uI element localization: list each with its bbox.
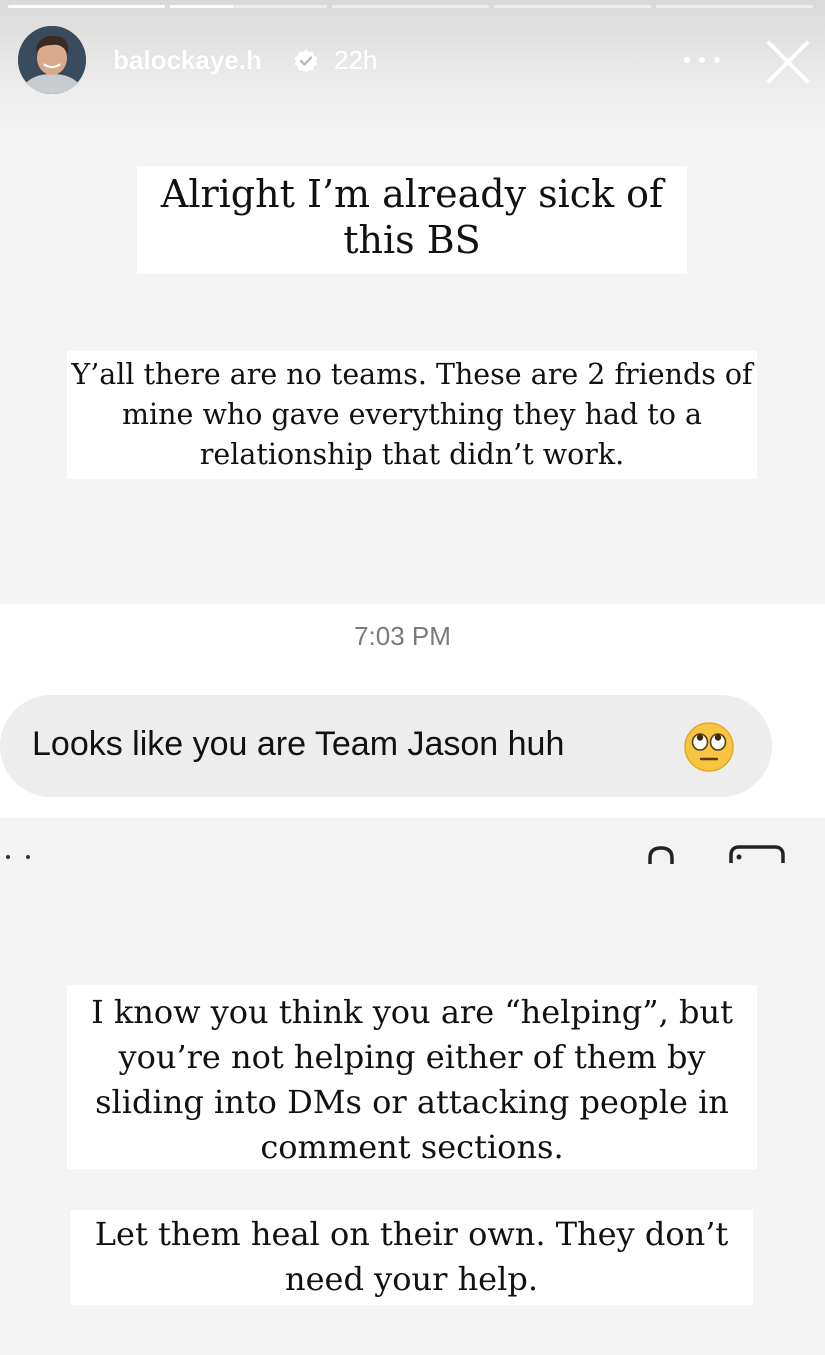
eye-roll-emoji-icon [684, 722, 734, 772]
verified-badge-icon [294, 49, 318, 73]
close-icon[interactable] [764, 38, 812, 86]
post-time: 22h [334, 45, 378, 75]
story-title-caption: Alright I’m already sick of this BS [137, 166, 687, 274]
dm-arch-icon [648, 846, 674, 864]
progress-segment [170, 5, 327, 8]
message-text: Looks like you are Team Jason huh [32, 725, 565, 763]
progress-segment [332, 5, 489, 8]
progress-segment [494, 5, 651, 8]
person-avatar-icon [18, 26, 86, 94]
progress-segment [8, 5, 165, 8]
dm-dots-icon [6, 855, 36, 863]
story-caption-paragraph: Let them heal on their own. They don’t n… [70, 1210, 753, 1305]
story-caption-paragraph: I know you think you are “helping”, but … [67, 985, 757, 1169]
story-caption-paragraph: Y’all there are no teams. These are 2 fr… [67, 351, 757, 479]
story-progress-bar [8, 5, 813, 9]
progress-segment [656, 5, 813, 8]
username[interactable]: balockaye.h [113, 45, 262, 76]
dm-camera-icon [729, 845, 785, 863]
dm-timestamp: 7:03 PM [354, 621, 451, 651]
dm-toolbar-strip [0, 818, 825, 863]
more-horizontal-icon[interactable] [684, 50, 720, 70]
avatar[interactable] [18, 26, 86, 94]
